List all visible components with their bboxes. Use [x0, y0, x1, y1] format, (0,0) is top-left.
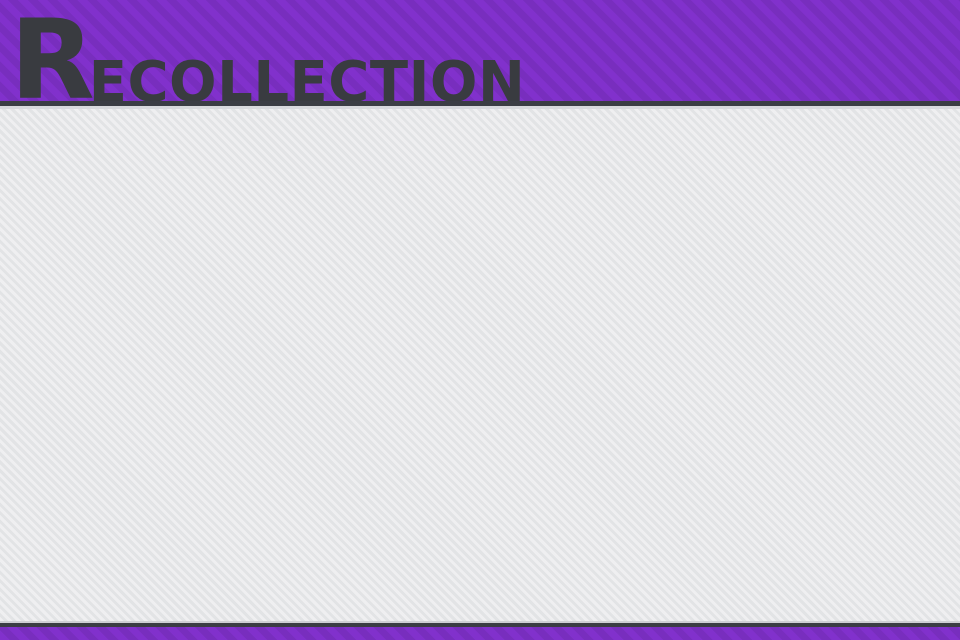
- page-title: R ECOLLECTION: [10, 0, 526, 124]
- page-title-rest: ECOLLECTION: [88, 49, 526, 115]
- main-content-area: [0, 109, 960, 621]
- page-title-initial: R: [10, 0, 95, 124]
- footer-banner: [0, 627, 960, 640]
